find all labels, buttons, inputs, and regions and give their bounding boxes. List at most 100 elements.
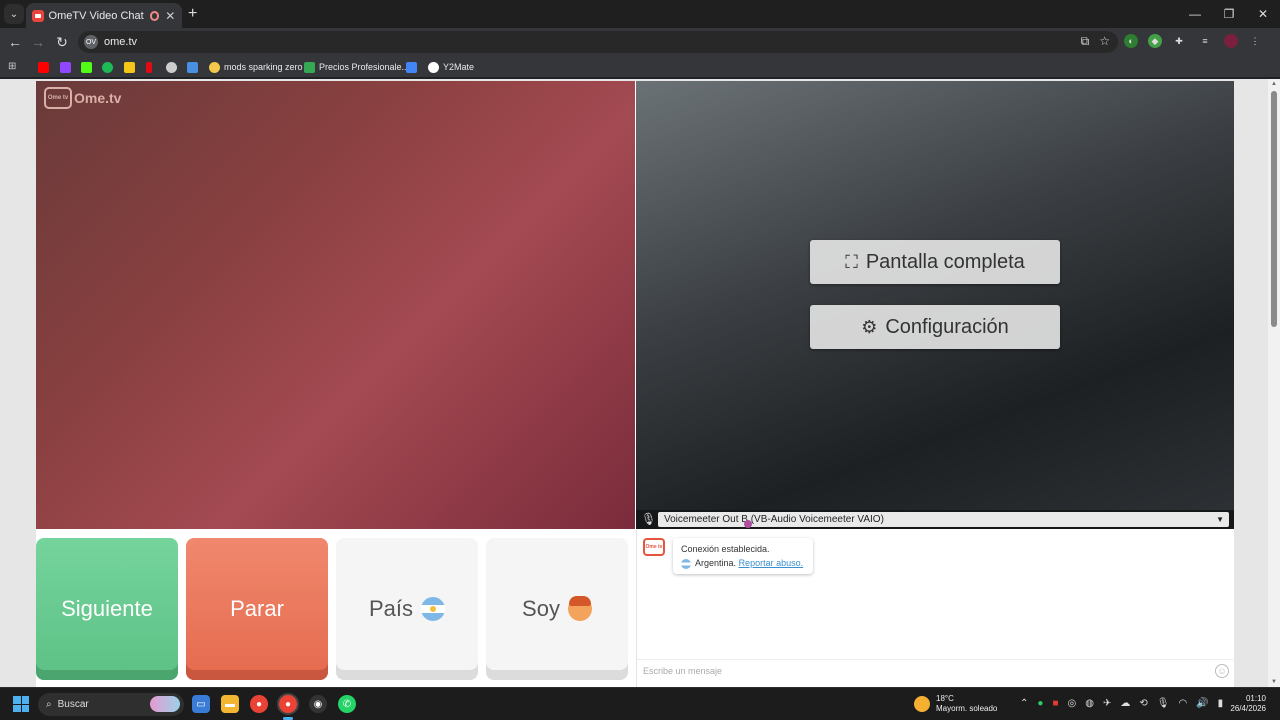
address-bar[interactable]: OV ome.tv ⧉ ☆ xyxy=(78,31,1118,53)
scroll-thumb[interactable] xyxy=(1271,91,1277,327)
cloud-tray-icon[interactable]: ☁ xyxy=(1120,698,1130,709)
url-text: ome.tv xyxy=(104,36,138,48)
shield-extension-icon[interactable]: ◆ xyxy=(1148,34,1162,48)
country-line: Argentina. Reportar abuso. xyxy=(681,556,805,570)
windows-start-icon[interactable] xyxy=(13,696,29,712)
local-video: Ome tv Ome.tv xyxy=(36,81,635,529)
scroll-down-icon[interactable]: ▼ xyxy=(1270,679,1278,685)
chevron-up-icon[interactable]: ⌃ xyxy=(1020,698,1028,709)
battery-icon[interactable]: ▮ xyxy=(1218,698,1224,709)
browser-tab[interactable]: OmeTV Video Chat — Ome ✕ xyxy=(26,3,182,28)
site-info-icon[interactable]: OV xyxy=(84,35,98,49)
bookmark-label: Precios Profesionale... xyxy=(319,62,410,72)
grid-icon xyxy=(406,61,417,73)
message-placeholder: Escribe un mensaje xyxy=(643,666,723,676)
microphone-tray-icon[interactable]: 🎙 xyxy=(1157,698,1170,709)
media-control-icon[interactable]: ≡ xyxy=(1196,34,1214,48)
bookmarks-bar: ⊞ mods sparking zero Precios Profesional… xyxy=(0,56,1280,78)
bookmark-label: mods sparking zero xyxy=(224,62,303,72)
settings-label: Configuración xyxy=(885,315,1009,338)
extensions-area: ◐ ◆ ✚ ≡ ⋮ xyxy=(1124,34,1262,48)
tool-tray-icon[interactable]: ✈ xyxy=(1103,698,1111,709)
bookmark-netflix[interactable] xyxy=(146,60,152,74)
back-icon[interactable]: ← xyxy=(6,33,24,51)
volume-icon[interactable]: 🔊 xyxy=(1196,698,1208,709)
gender-button[interactable]: Soy xyxy=(486,538,628,680)
bookmark-label: Y2Mate xyxy=(443,62,475,72)
remote-video[interactable]: ⛶ Pantalla completa ⚙ Configuración xyxy=(636,81,1234,529)
whatsapp-icon[interactable]: ✆ xyxy=(338,695,356,713)
moon-icon xyxy=(209,61,220,73)
bookmark-spotify[interactable] xyxy=(102,60,113,74)
bookmark-steam[interactable] xyxy=(187,60,198,74)
next-button[interactable]: Siguiente xyxy=(36,538,178,680)
boy-face-icon xyxy=(567,596,592,621)
chrome-icon[interactable]: ● xyxy=(250,695,268,713)
bookmark-kick[interactable] xyxy=(81,60,92,74)
reload-icon[interactable]: ↻ xyxy=(53,33,71,51)
link-tray-icon[interactable]: ⟲ xyxy=(1139,698,1147,709)
weather-temp: 18°C xyxy=(936,694,954,703)
connection-status: Conexión establecida. xyxy=(681,544,770,554)
message-input[interactable]: Escribe un mensaje ☺ xyxy=(637,659,1235,687)
settings-button[interactable]: ⚙ Configuración xyxy=(810,305,1060,349)
bookmark-twitch[interactable] xyxy=(60,60,71,74)
gear-icon: ⚙ xyxy=(861,316,878,337)
microphone-device: Voicemeeter Out B (VB-Audio Voicemeeter … xyxy=(664,514,884,525)
tab-search-button[interactable]: ⌄ xyxy=(4,4,24,24)
whatsapp-tray-icon[interactable]: ● xyxy=(1037,698,1043,709)
ometv-favicon-icon xyxy=(32,9,44,22)
obs-icon[interactable]: ◉ xyxy=(309,695,327,713)
spotify-icon xyxy=(102,61,113,73)
menu-kebab-icon[interactable]: ⋮ xyxy=(1248,34,1262,48)
bookmark-yellow[interactable] xyxy=(124,60,135,74)
system-tray: ⌃ ● ■ ◎ ◍ ✈ ☁ ⟲ 🎙 ◠ 🔊 ▮ xyxy=(1020,698,1223,709)
page-scrollbar[interactable]: ▲ ▼ xyxy=(1268,79,1280,687)
install-app-icon[interactable]: ⧉ xyxy=(1081,34,1090,49)
bookmark-y2mate[interactable]: Y2Mate xyxy=(428,60,474,74)
taskbar-search[interactable]: ⌕ Buscar xyxy=(38,693,184,716)
wifi-icon[interactable]: ◠ xyxy=(1178,698,1187,709)
puzzle-icon[interactable]: ✚ xyxy=(1172,34,1186,48)
youtube-icon xyxy=(38,61,49,73)
widgets-icon[interactable]: ▭ xyxy=(192,695,210,713)
emoji-icon[interactable]: ☺ xyxy=(1215,664,1229,678)
twitch-icon xyxy=(60,61,71,73)
new-tab-button[interactable]: + xyxy=(188,5,197,23)
close-tab-icon[interactable]: ✕ xyxy=(164,9,176,23)
clock[interactable]: 01:10 26/4/2026 xyxy=(1226,694,1266,714)
close-window-icon[interactable]: ✕ xyxy=(1246,0,1280,28)
chrome-active-icon[interactable]: ● xyxy=(279,695,297,713)
clock-time: 01:10 xyxy=(1245,694,1266,703)
stop-label: Parar xyxy=(230,596,284,621)
minimize-icon[interactable]: — xyxy=(1178,0,1212,28)
file-explorer-icon[interactable]: ▬ xyxy=(221,695,239,713)
extension-icon[interactable]: ◐ xyxy=(1124,34,1138,48)
profile-avatar[interactable] xyxy=(1224,34,1238,48)
logo-text: Ome.tv xyxy=(74,90,122,106)
restore-icon[interactable]: ❐ xyxy=(1212,0,1246,28)
bookmark-precios[interactable]: Precios Profesionale... xyxy=(304,60,409,74)
forward-icon[interactable]: → xyxy=(29,33,47,51)
scroll-up-icon[interactable]: ▲ xyxy=(1270,81,1278,87)
fullscreen-button[interactable]: ⛶ Pantalla completa xyxy=(810,240,1060,284)
stop-button[interactable]: Parar xyxy=(186,538,328,680)
bookmark-blue[interactable] xyxy=(406,60,417,74)
report-abuse-link[interactable]: Reportar abuso. xyxy=(739,558,804,568)
bookmark-youtube[interactable] xyxy=(38,60,49,74)
country-button[interactable]: País xyxy=(336,538,478,680)
bookmark-star-icon[interactable]: ☆ xyxy=(1099,34,1110,49)
bookmark-mods[interactable]: mods sparking zero xyxy=(209,60,303,74)
page-viewport: Ome tv Ome.tv ⛶ Pantalla completa ⚙ Conf… xyxy=(0,79,1280,687)
steam-tray-icon[interactable]: ◎ xyxy=(1067,698,1076,709)
bookmark-misc[interactable] xyxy=(166,60,177,74)
fullscreen-icon: ⛶ xyxy=(845,251,858,272)
weather-widget[interactable]: 18°C Mayorm. soleado xyxy=(914,694,997,714)
search-highlight-icon xyxy=(150,696,180,712)
app-tray-icon[interactable]: ■ xyxy=(1052,698,1058,709)
search-icon: ⌕ xyxy=(46,699,52,710)
window-controls: — ❐ ✕ xyxy=(1178,0,1280,28)
tv-logo-icon: Ome tv xyxy=(44,87,72,109)
apps-grid-icon[interactable]: ⊞ xyxy=(8,61,19,72)
discord-tray-icon[interactable]: ◍ xyxy=(1085,698,1094,709)
